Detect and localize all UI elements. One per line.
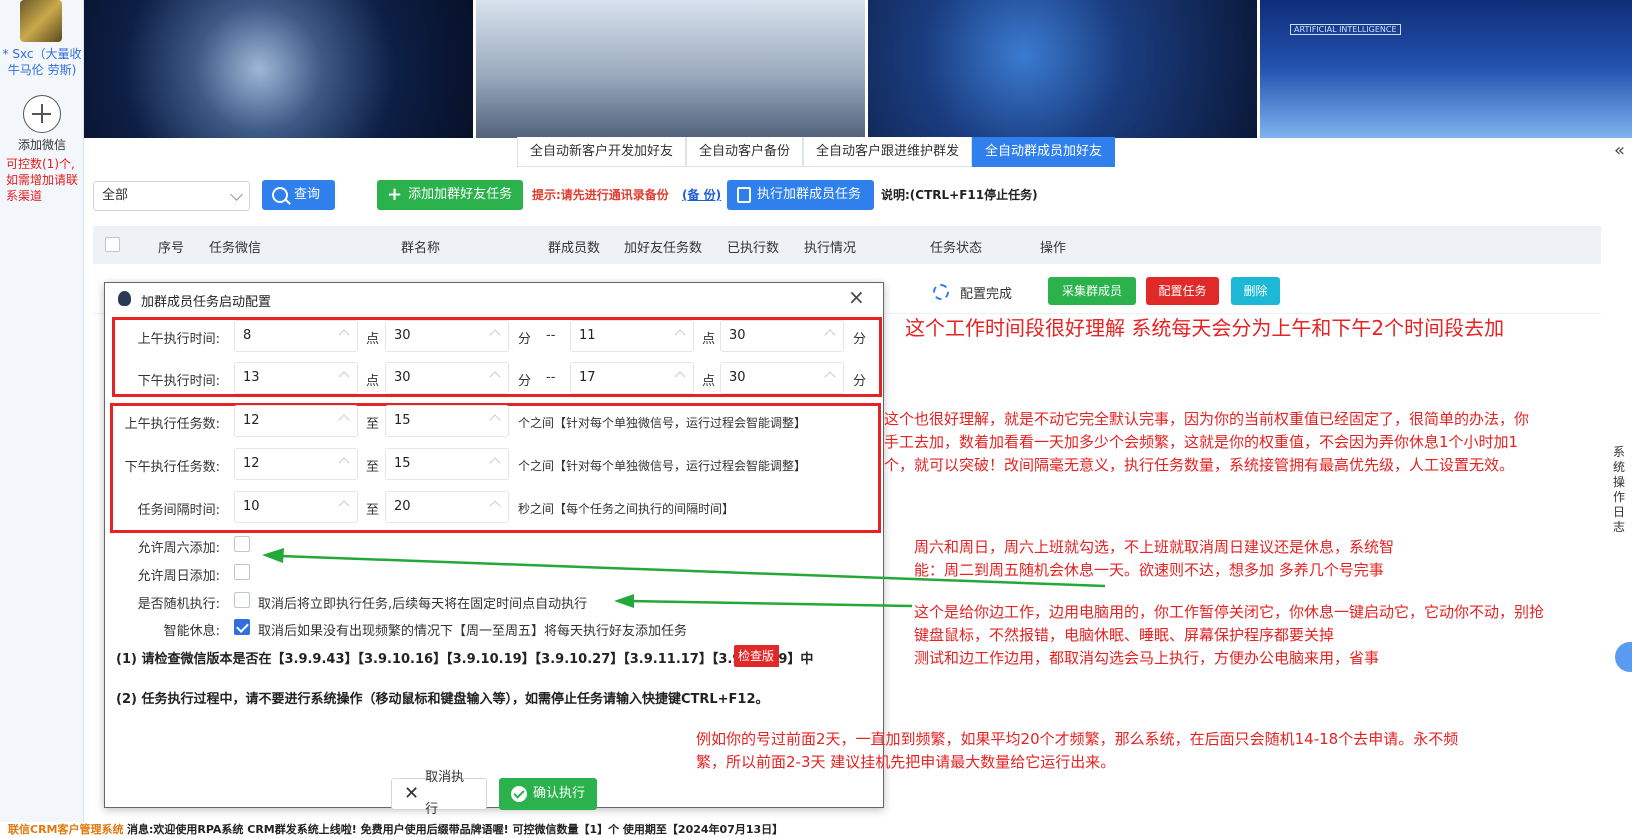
status-message: 消息:欢迎使用RPA系统 CRM群发系统上线啦! 免费用户使用后缀带品牌语喔! … [127, 823, 784, 836]
arrow-random [614, 594, 913, 608]
status-bar: 联信CRM客户管理系统 消息:欢迎使用RPA系统 CRM群发系统上线啦! 免费用… [0, 822, 1632, 838]
arrow-weekend [262, 548, 1106, 588]
app-window: * Sxc（大量收牛马伦 劳斯) 添加微信 可控数(1)个,如需增加请联系渠道 … [0, 0, 1632, 838]
annotation-arrows [262, 548, 1106, 608]
app-name: 联信CRM客户管理系统 [8, 823, 124, 836]
